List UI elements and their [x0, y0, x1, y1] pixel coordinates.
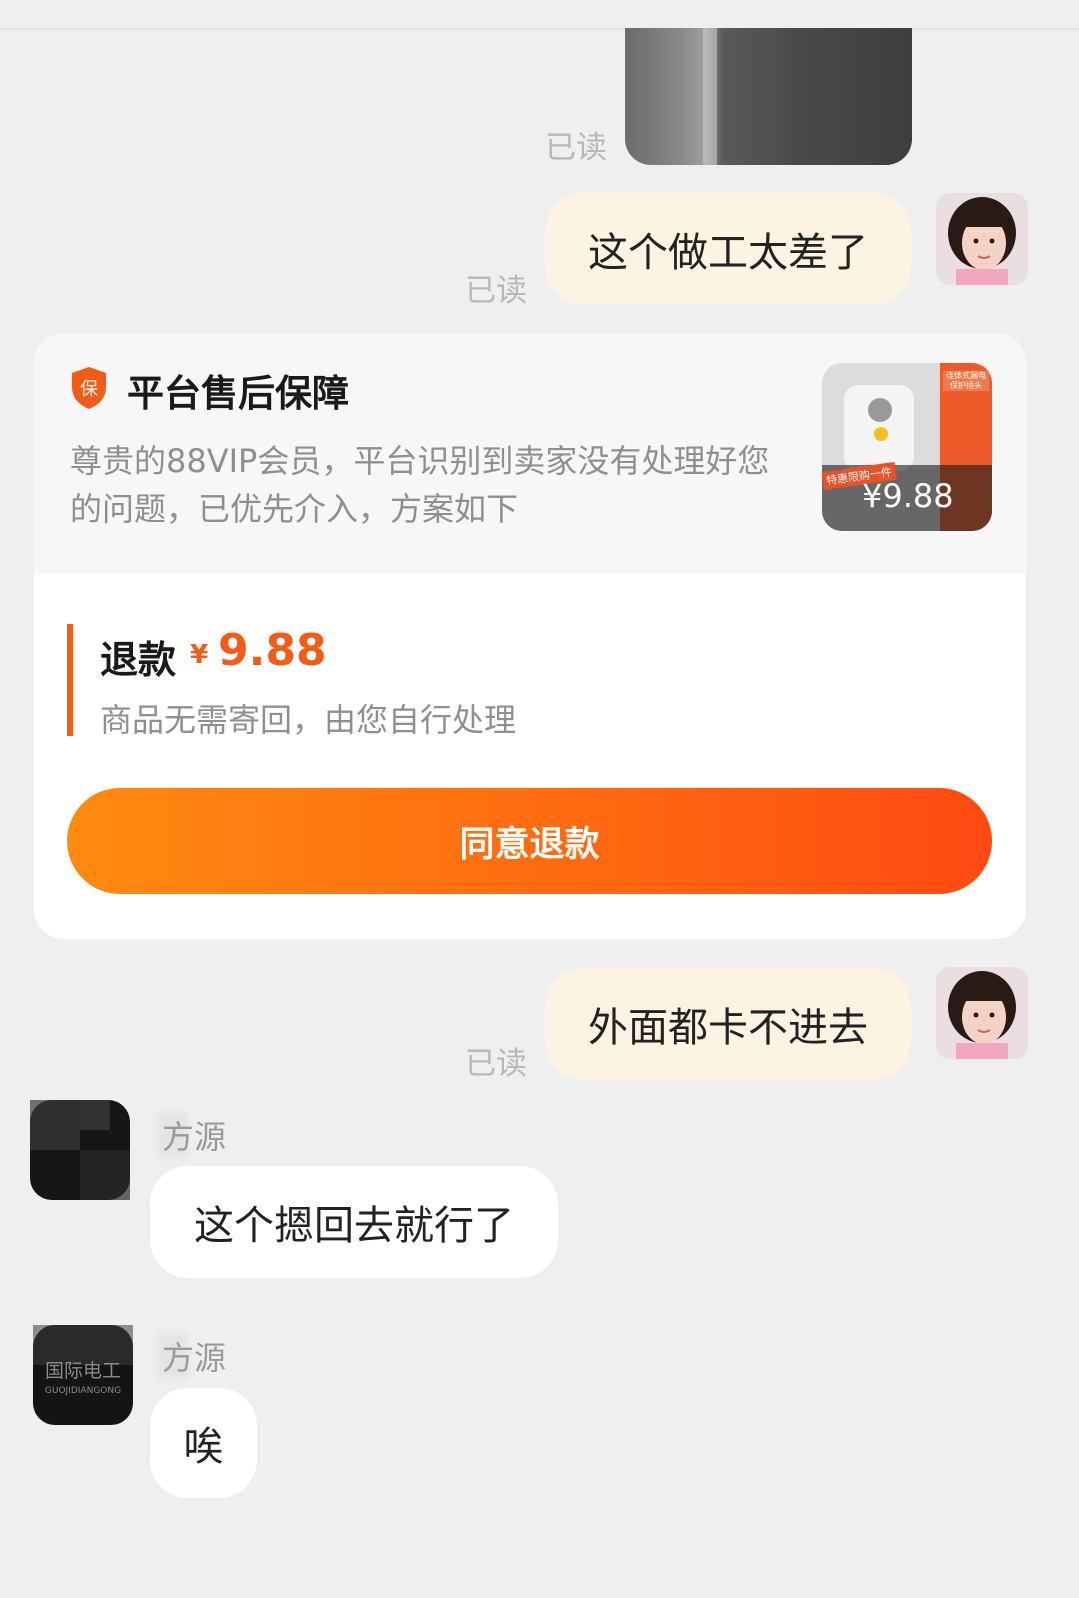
refund-accent-bar — [67, 624, 73, 736]
seller-name: 方源 — [162, 1118, 227, 1156]
agree-refund-button[interactable]: 同意退款 — [67, 788, 992, 894]
top-divider — [0, 28, 1079, 30]
refund-amount: 9.88 — [218, 625, 327, 676]
avatar-photo-icon — [936, 193, 1028, 285]
shield-badge-char: 保 — [80, 379, 98, 400]
seller-logo-text: 国际电工 — [45, 1360, 121, 1382]
image-highlight — [703, 28, 717, 165]
incoming-message[interactable]: 唉 — [150, 1388, 257, 1498]
seller-avatar[interactable] — [30, 1100, 130, 1200]
refund-label: 退款 — [100, 638, 177, 682]
read-receipt: 已读 — [465, 1046, 527, 1082]
after-sales-card: 保 平台售后保障 尊贵的88VIP会员，平台识别到卖家没有处理好您的问题，已优先… — [34, 333, 1026, 939]
read-receipt: 已读 — [545, 130, 607, 166]
incoming-message[interactable]: 这个摁回去就行了 — [150, 1166, 558, 1278]
seller-name: 方源 — [162, 1339, 227, 1377]
product-indicator-shape — [874, 427, 888, 441]
read-receipt: 已读 — [465, 273, 527, 309]
seller-logo-subtext: GUOJIDIANGONG — [45, 1386, 121, 1396]
refund-note: 商品无需寄回，由您自行处理 — [100, 701, 517, 739]
avatar-photo-icon — [936, 967, 1028, 1059]
outgoing-message[interactable]: 外面都卡不进去 — [545, 968, 911, 1080]
sent-image-message[interactable] — [625, 28, 912, 165]
seller-logo-icon: 国际电工 GUOJIDIANGONG — [33, 1325, 133, 1425]
seller-avatar[interactable]: 国际电工 GUOJIDIANGONG — [33, 1325, 133, 1425]
card-description: 尊贵的88VIP会员，平台识别到卖家没有处理好您的问题，已优先介入，方案如下 — [70, 442, 770, 528]
seller-logo-icon — [30, 1100, 130, 1200]
thumbnail-price: ¥9.88 — [862, 477, 954, 515]
user-avatar[interactable] — [936, 193, 1028, 285]
user-avatar[interactable] — [936, 967, 1028, 1059]
card-title: 平台售后保障 — [127, 372, 349, 415]
shield-icon: 保 — [72, 367, 106, 409]
product-button-shape — [868, 398, 892, 422]
outgoing-message[interactable]: 这个做工太差了 — [545, 193, 911, 305]
refund-currency: ¥ — [190, 640, 209, 670]
product-thumbnail[interactable]: 连体式漏电保护插头 特惠限购一件 ¥9.88 — [822, 363, 992, 531]
thumbnail-tag: 连体式漏电保护插头 — [943, 371, 989, 391]
